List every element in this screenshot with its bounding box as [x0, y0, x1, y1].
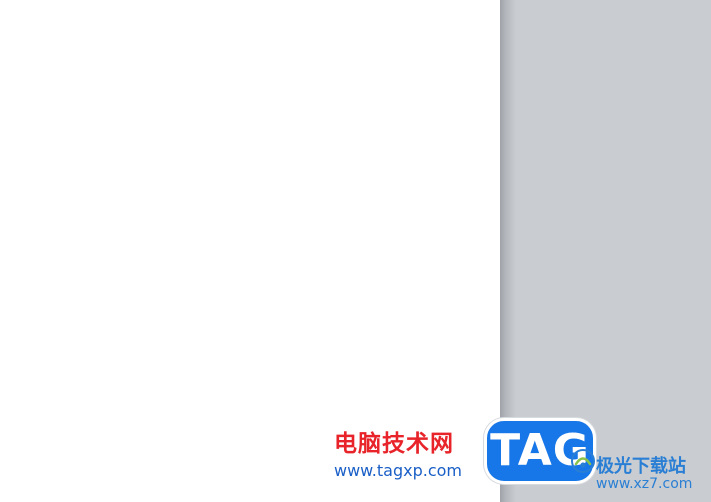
aurora-logo-icon: [571, 449, 595, 473]
watermark-download-site-name: 极光下载站: [596, 456, 686, 477]
watermark-download-site-url: www.xz7.com: [596, 476, 693, 492]
watermark-site-url: www.tagxp.com: [334, 461, 462, 480]
watermark-site-title: 电脑技术网: [334, 431, 454, 457]
document-workspace: 电脑技术网 www.tagxp.com TAG 极光下载站 www.xz7.co…: [0, 0, 711, 502]
